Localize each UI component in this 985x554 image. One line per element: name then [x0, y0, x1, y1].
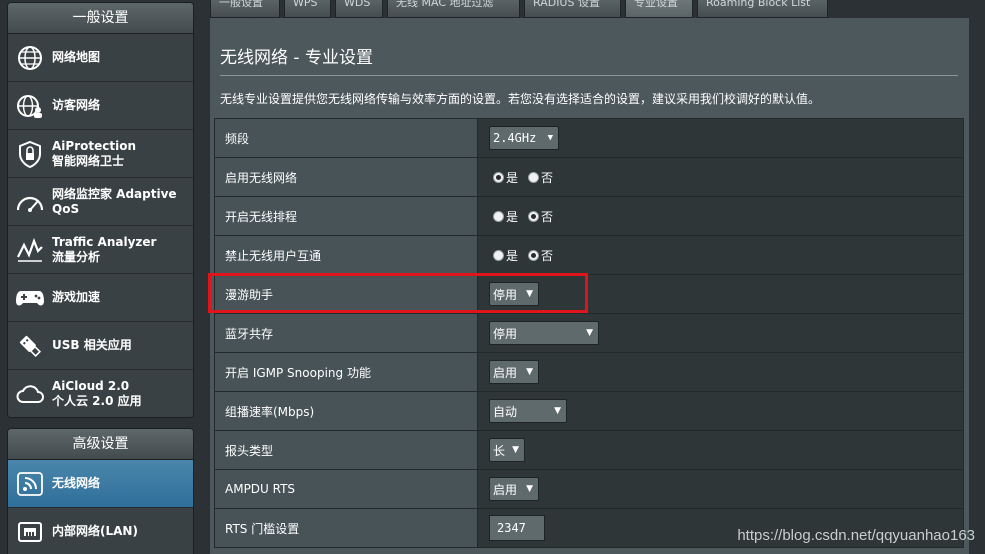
sidebar-item-label: AiCloud 2.0 个人云 2.0 应用 [52, 378, 142, 408]
main-panel: 无线网络 - 专业设置 无线专业设置提供您无线网络传输与效率方面的设置。若您没有… [210, 18, 969, 554]
ampdu-rts-select[interactable]: 启用 ▼ [489, 477, 539, 501]
sidebar-item-guest-network[interactable]: 访客网络 [8, 82, 193, 130]
sidebar-item-aicloud[interactable]: AiCloud 2.0 个人云 2.0 应用 [8, 370, 193, 417]
tab-wps[interactable]: WPS [284, 0, 331, 18]
roaming-assistant-select[interactable]: 停用 ▼ [489, 282, 539, 306]
row-label: 漫游助手 [214, 274, 478, 314]
wireless-schedule-radio-group: 是 否 [489, 208, 963, 225]
row-label: 报头类型 [214, 430, 478, 470]
table-row: AMPDU RTS 启用 ▼ [214, 469, 964, 509]
sidebar-item-label: 网络监控家 Adaptive QoS [52, 186, 177, 216]
row-label: RTS 门槛设置 [214, 508, 478, 548]
sidebar-item-network-map[interactable]: 网络地图 [8, 34, 193, 82]
row-label: 蓝牙共存 [214, 313, 478, 353]
sidebar-item-label: 游戏加速 [52, 290, 101, 304]
wireless-schedule-no-radio[interactable] [528, 210, 540, 222]
sidebar-item-adaptive-qos[interactable]: 网络监控家 Adaptive QoS [8, 178, 193, 226]
sidebar-item-usb-apps[interactable]: USB 相关应用 [8, 322, 193, 370]
sidebar-item-label: Traffic Analyzer 流量分析 [52, 234, 157, 264]
page-description: 无线专业设置提供您无线网络传输与效率方面的设置。若您没有选择适合的设置，建议采用… [220, 92, 821, 106]
sidebar-item-wireless[interactable]: 无线网络 [8, 460, 193, 508]
ap-isolation-radio-group: 是 否 [489, 247, 963, 264]
sidebar-advanced-header: 高级设置 [8, 429, 193, 460]
guest-network-icon [14, 90, 46, 122]
tab-roaming-block-list[interactable]: Roaming Block List [697, 0, 828, 18]
tab-general[interactable]: 一般设置 [210, 0, 280, 18]
sidebar-item-label: AiProtection 智能网络卫士 [52, 138, 136, 168]
enable-wireless-no-radio[interactable] [528, 171, 540, 183]
table-row: 启用无线网络 是 否 [214, 157, 964, 197]
bluetooth-coexistence-select[interactable]: 停用 ▼ [489, 321, 599, 345]
sidebar-item-traffic-analyzer[interactable]: Traffic Analyzer 流量分析 [8, 226, 193, 274]
tab-mac-filter[interactable]: 无线 MAC 地址过滤 [387, 0, 520, 18]
wifi-icon [14, 468, 46, 500]
row-label: 开启无线排程 [214, 196, 478, 236]
preamble-type-select[interactable]: 长 ▼ [489, 438, 525, 462]
wireless-schedule-yes-radio[interactable] [493, 210, 504, 222]
traffic-analyzer-icon [14, 234, 46, 266]
row-label: 组播速率(Mbps) [214, 391, 478, 431]
shield-lock-icon [14, 138, 46, 170]
chevron-down-icon: ▼ [547, 133, 553, 143]
page-title: 无线网络 - 专业设置 [220, 48, 373, 68]
tab-bar: 一般设置 WPS WDS 无线 MAC 地址过滤 RADIUS 设置 专业设置 … [210, 0, 832, 18]
table-row: 开启无线排程 是 否 [214, 196, 964, 236]
cloud-icon [14, 378, 46, 410]
sidebar-general-header: 一般设置 [8, 3, 193, 34]
chevron-down-icon: ▼ [512, 445, 519, 455]
chevron-down-icon: ▼ [526, 484, 533, 494]
enable-wireless-yes-radio[interactable] [493, 171, 504, 183]
table-row: 报头类型 长 ▼ [214, 430, 964, 470]
enable-wireless-radio-group: 是 否 [489, 169, 963, 186]
settings-table: 频段 2.4GHz ▼ 启用无线网络 是 否 开启无线排程 是 否 禁止无线用户… [214, 118, 964, 548]
sidebar-item-aiprotection[interactable]: AiProtection 智能网络卫士 [8, 130, 193, 178]
band-select[interactable]: 2.4GHz ▼ [489, 126, 559, 150]
row-label: 开启 IGMP Snooping 功能 [214, 352, 478, 392]
sidebar-item-label: 内部网络(LAN) [52, 524, 138, 538]
ap-isolation-no-radio[interactable] [528, 249, 540, 261]
speedometer-icon [14, 186, 46, 218]
lan-icon [14, 516, 46, 548]
sidebar-item-game-boost[interactable]: 游戏加速 [8, 274, 193, 322]
sidebar-item-label: 无线网络 [52, 476, 101, 490]
chevron-down-icon: ▼ [526, 367, 533, 377]
sidebar-item-label: 网络地图 [52, 50, 101, 64]
multicast-rate-select[interactable]: 自动 ▼ [489, 399, 567, 423]
sidebar-item-label: USB 相关应用 [52, 338, 132, 352]
row-label: 频段 [214, 118, 478, 158]
sidebar-advanced-group: 高级设置 无线网络 内部网络(LAN) [7, 428, 194, 554]
usb-icon [14, 330, 46, 362]
ap-isolation-yes-radio[interactable] [493, 249, 504, 261]
row-label: 禁止无线用户互通 [214, 235, 478, 275]
sidebar-item-label: 访客网络 [52, 98, 101, 112]
gamepad-icon [14, 282, 46, 314]
sidebar-item-lan[interactable]: 内部网络(LAN) [8, 508, 193, 554]
table-row: 蓝牙共存 停用 ▼ [214, 313, 964, 353]
tab-radius[interactable]: RADIUS 设置 [524, 0, 621, 18]
chevron-down-icon: ▼ [586, 328, 593, 338]
table-row: 组播速率(Mbps) 自动 ▼ [214, 391, 964, 431]
table-row: 频段 2.4GHz ▼ [214, 118, 964, 158]
title-divider [220, 75, 958, 76]
tab-professional[interactable]: 专业设置 [625, 0, 693, 18]
globe-icon [14, 42, 46, 74]
table-row: 禁止无线用户互通 是 否 [214, 235, 964, 275]
tab-wds[interactable]: WDS [335, 0, 383, 18]
igmp-snooping-select[interactable]: 启用 ▼ [489, 360, 539, 384]
rts-threshold-input[interactable] [489, 515, 545, 541]
row-label: AMPDU RTS [214, 469, 478, 509]
sidebar-general-group: 一般设置 网络地图 访客网络 AiProtection 智能网络卫士 网络监控家 … [7, 2, 194, 418]
row-label: 启用无线网络 [214, 157, 478, 197]
chevron-down-icon: ▼ [526, 289, 533, 299]
chevron-down-icon: ▼ [554, 406, 561, 416]
table-row: 漫游助手 停用 ▼ [214, 274, 964, 314]
table-row: 开启 IGMP Snooping 功能 启用 ▼ [214, 352, 964, 392]
watermark: https://blog.csdn.net/qqyuanhao163 [737, 527, 975, 544]
